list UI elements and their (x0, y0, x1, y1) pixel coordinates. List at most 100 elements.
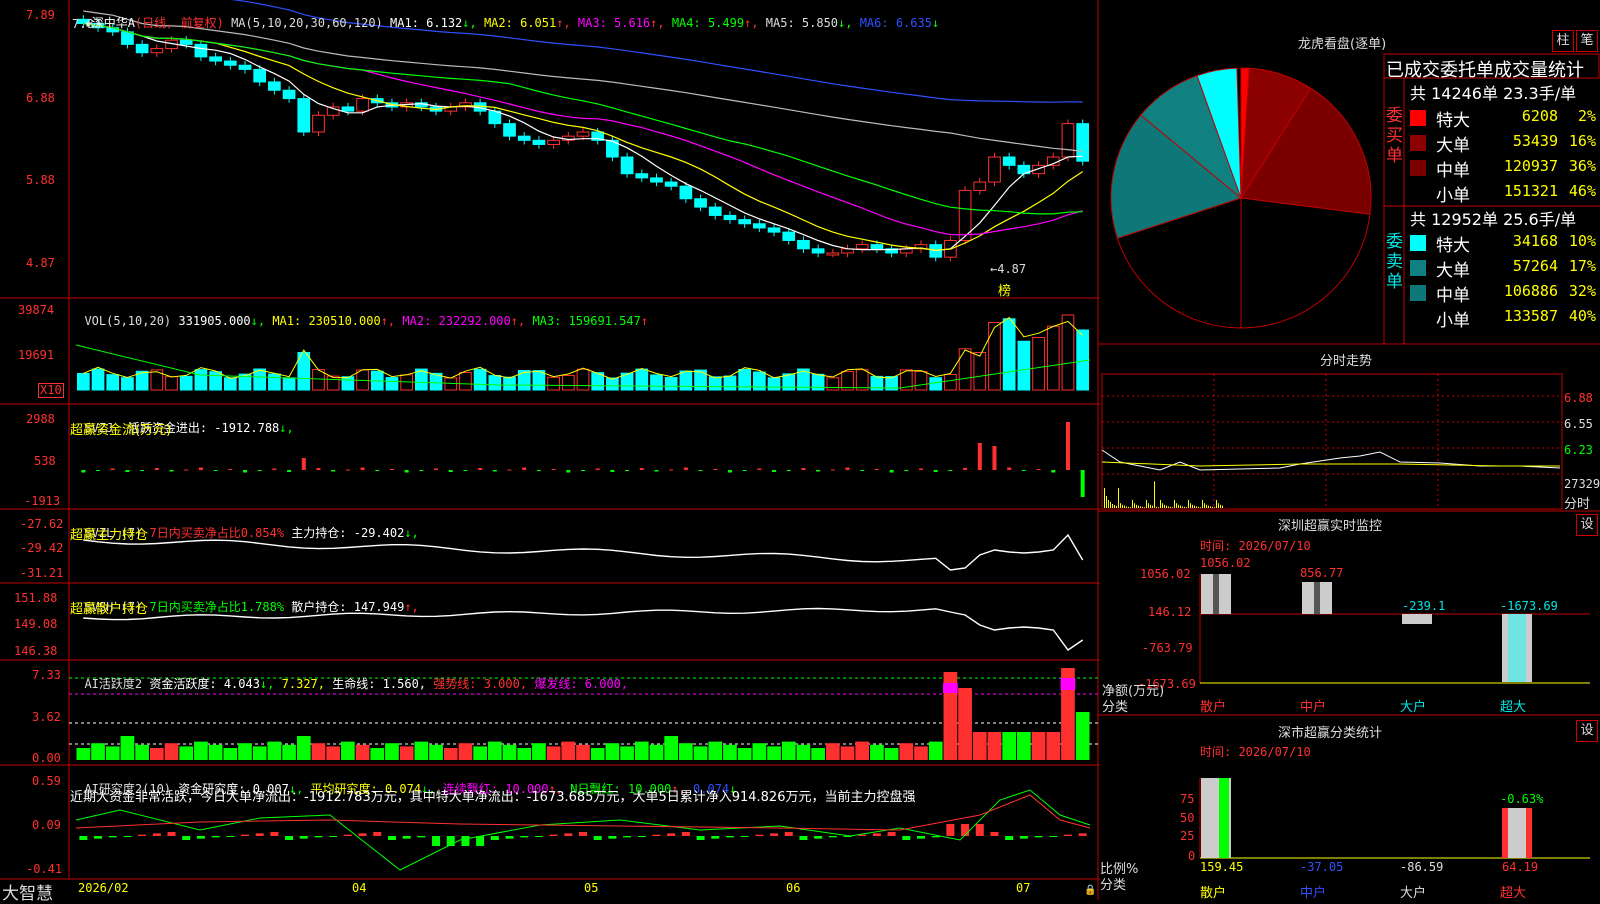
research-bar (1078, 833, 1087, 836)
intraday-axis-label: 6.55 (1564, 417, 1593, 431)
ai-act-value4: 强势线: 3.000, (433, 677, 528, 691)
svzj-bar (522, 467, 527, 470)
svzl-axis-label: -27.62 (20, 517, 64, 531)
activity-bar (267, 741, 282, 760)
monitor-bar-shade (1508, 614, 1526, 682)
volume-bar (1032, 337, 1045, 391)
research-bar (872, 833, 881, 836)
buy-row-percent: 36% (1568, 157, 1596, 175)
sz-stat-cat: 散户 (1200, 886, 1227, 901)
activity-bar (473, 746, 487, 760)
sz-monitor-axis-label: 146.12 (1148, 605, 1192, 619)
activity-bar (282, 744, 296, 760)
svzj-bar (272, 468, 277, 470)
ma-legend-arrow: ↑, (744, 16, 766, 30)
svzj-bar (639, 468, 644, 470)
volume-bar (91, 368, 105, 391)
svzj-bar (757, 468, 762, 470)
volume-bar (179, 375, 193, 391)
activity-bar (135, 744, 149, 760)
activity-bar (385, 743, 399, 760)
research-bar (623, 836, 632, 838)
svzj-bar (566, 470, 571, 473)
volume-bar (1017, 340, 1031, 391)
activity-bar (664, 736, 679, 760)
activity-bar (781, 741, 796, 760)
buy-row-name: 中单 (1436, 161, 1470, 181)
sz-monitor-settings-button[interactable]: 设 (1576, 514, 1598, 536)
research-bar (490, 836, 499, 840)
ai-res-axis-label: -0.41 (26, 862, 63, 876)
svzj-bar (1065, 422, 1070, 470)
svzj-bar (81, 470, 86, 473)
buy-row-name: 小单 (1436, 186, 1470, 206)
candle-body (811, 248, 825, 254)
sz-stat-value: -37.05 (1300, 860, 1344, 874)
research-bar (593, 836, 602, 840)
svsh-arrow: ↑, (404, 600, 419, 614)
intraday-volume-bar (1108, 500, 1109, 508)
candle-body (223, 60, 237, 66)
candle-body (738, 219, 751, 225)
sz-monitor-cat: 超大 (1500, 700, 1527, 715)
candle-body (238, 64, 252, 70)
svzj-bar (463, 470, 468, 471)
research-bar (94, 836, 103, 839)
svzj-bar (551, 469, 556, 470)
volume-bar (958, 348, 972, 391)
intraday-volume-bar (1184, 506, 1185, 508)
buy-row-swatch (1410, 160, 1426, 176)
research-bar (652, 834, 661, 836)
research-bar (1019, 836, 1028, 839)
sz-stat-settings-button[interactable]: 设 (1576, 720, 1598, 742)
volume-bar (209, 371, 222, 391)
pie-slice (1240, 197, 1371, 329)
price-axis-label: 6.88 (26, 91, 55, 105)
lock-icon[interactable]: 🔒 (1084, 885, 1096, 896)
intraday-volume-bar (1212, 506, 1213, 508)
intraday-chart (1101, 373, 1563, 510)
intraday-volume-bar (1158, 507, 1159, 508)
ma-legend-item: MA1: 6.132 (390, 16, 463, 30)
svzj-bar (345, 469, 350, 471)
sz-monitor-axis-label: 1056.02 (1140, 567, 1191, 581)
intraday-volume-bar (1192, 504, 1193, 508)
svzl-axis-label: -29.42 (20, 541, 64, 555)
bar-mode-button[interactable]: 柱 (1552, 30, 1574, 52)
candle-body (356, 98, 369, 112)
candle-body (767, 227, 781, 233)
research-bar (108, 836, 117, 838)
candle-body (194, 43, 208, 58)
sell-row-swatch (1410, 310, 1428, 328)
volume-bar (826, 377, 840, 391)
svsh-sub: 超赢散户持仓 (70, 602, 149, 617)
candle-body (988, 156, 1001, 183)
buy-row-percent: 2% (1577, 107, 1596, 125)
activity-bar (899, 743, 914, 760)
svzj-bar (331, 470, 336, 472)
activity-bar (811, 748, 825, 760)
candle-body (297, 98, 311, 133)
intraday-volume-bar (1106, 496, 1107, 508)
buy-row-swatch (1410, 110, 1426, 126)
ma-lines (83, 0, 1084, 252)
intraday-price-line (1101, 449, 1561, 471)
intraday-volume-bar (1110, 502, 1111, 508)
candle-body (870, 244, 884, 250)
activity-bar (164, 743, 179, 760)
svzj-bar (963, 468, 968, 470)
intraday-volume-bar (1216, 500, 1217, 508)
research-bar (667, 833, 676, 836)
svzj-bar (698, 470, 703, 471)
research-bar (534, 836, 543, 837)
brand-logo: 大智慧 (2, 884, 53, 904)
svzj-bar (1021, 470, 1026, 471)
tick-mode-button[interactable]: 笔 (1576, 30, 1598, 52)
activity-bar (208, 744, 223, 760)
intraday-volume-bar (1134, 503, 1135, 508)
activity-bar (605, 743, 620, 760)
sell-row-swatch (1410, 260, 1426, 276)
research-bar (564, 833, 573, 836)
intraday-volume-bar (1166, 505, 1167, 508)
volume-bar (341, 376, 355, 391)
